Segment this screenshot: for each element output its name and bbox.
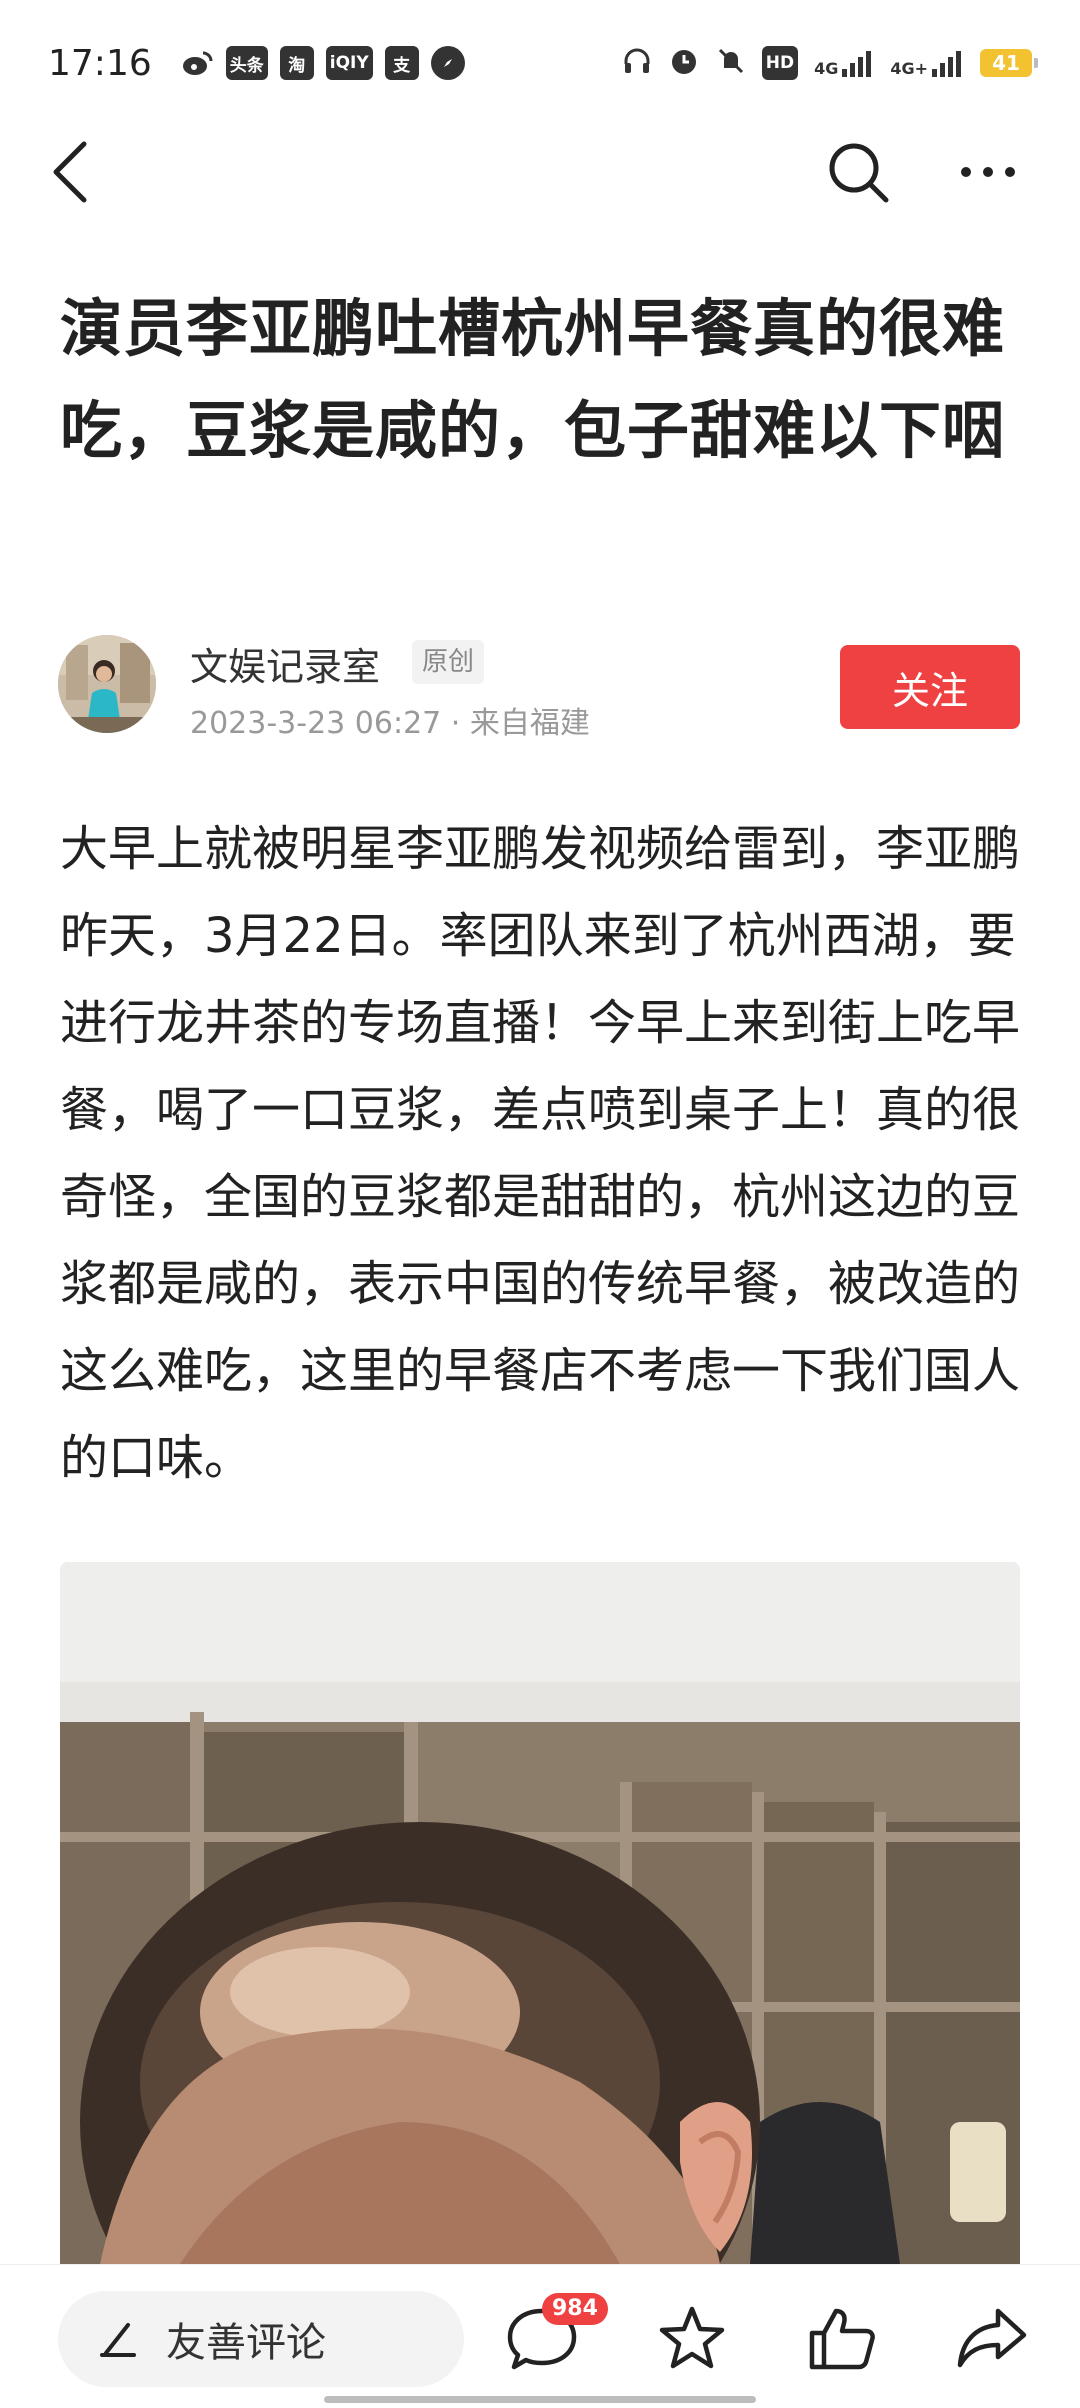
system-icons: HD 4G 4G+ 41 (622, 45, 1038, 81)
follow-button[interactable]: 关注 (840, 645, 1020, 729)
comment-input[interactable]: 友善评论 (58, 2291, 464, 2387)
net-label-2: 4G+ (890, 59, 928, 78)
article-title: 演员李亚鹏吐槽杭州早餐真的很难吃，豆浆是咸的，包子甜难以下咽 (60, 292, 1006, 467)
comment-count-badge: 984 (542, 2293, 608, 2325)
iqiyi-icon: iQIY (325, 46, 373, 80)
bottom-action-bar: 友善评论 984 (0, 2264, 1080, 2408)
more-icon[interactable] (956, 140, 1020, 204)
comment-placeholder: 友善评论 (166, 2320, 326, 2366)
original-badge: 原创 (412, 640, 485, 684)
alarm-icon (668, 45, 700, 81)
alipay-icon: 支 (384, 46, 419, 80)
like-icon[interactable] (804, 2301, 880, 2377)
author-name[interactable]: 文娱记录室 (190, 636, 380, 691)
publish-meta: 2023-3-23 06:27 · 来自福建 (190, 706, 590, 741)
headphone-icon (622, 46, 652, 80)
star-icon[interactable] (654, 2301, 730, 2377)
article-body: 大早上就被明星李亚鹏发视频给雷到，李亚鹏昨天，3月22日。率团队来到了杭州西湖，… (60, 821, 1021, 1486)
battery-icon: 41 (980, 49, 1038, 77)
nav-bar (0, 126, 1080, 218)
signal-4g-plus-icon: 4G+ (890, 49, 964, 77)
mute-icon (716, 46, 746, 80)
net-label-1: 4G (814, 59, 839, 78)
notification-icons: 头条 淘 iQIY 支 (180, 46, 465, 80)
share-icon[interactable] (954, 2301, 1030, 2377)
article-page: 17:16 头条 淘 iQIY 支 HD 4G 4G+ 41 演员李亚鹏吐槽杭州… (0, 0, 1080, 2408)
signal-4g-icon: 4G (814, 49, 874, 77)
compass-icon (430, 46, 465, 80)
weibo-icon (180, 46, 214, 80)
pen-icon (100, 2323, 136, 2357)
taobao-icon: 淘 (279, 46, 314, 80)
article-image[interactable] (60, 1562, 1020, 2264)
toutiao-icon: 头条 (225, 46, 268, 80)
status-bar: 17:16 头条 淘 iQIY 支 HD 4G 4G+ 41 (0, 0, 1080, 126)
search-icon[interactable] (826, 140, 890, 204)
back-icon[interactable] (48, 140, 96, 204)
home-indicator[interactable] (324, 2396, 756, 2403)
author-avatar[interactable] (58, 635, 156, 733)
hd-icon: HD (761, 46, 799, 80)
status-time: 17:16 (48, 42, 152, 84)
